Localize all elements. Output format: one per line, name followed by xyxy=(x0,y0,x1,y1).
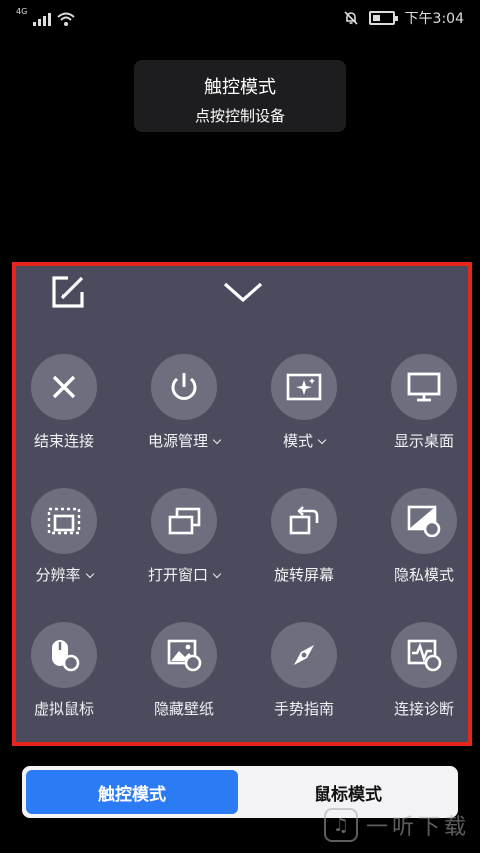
monitor-icon xyxy=(391,354,457,420)
compass-icon xyxy=(271,622,337,688)
grid-row-3: 虚拟鼠标 隐藏壁纸 手势指南 连接诊断 xyxy=(16,622,468,732)
grid-item-label: 隐私模式 xyxy=(393,566,454,584)
chevron-down-icon xyxy=(85,569,94,579)
connection-diagnosis-button[interactable]: 连接诊断 xyxy=(368,622,480,719)
grid-item-label: 虚拟鼠标 xyxy=(33,700,94,718)
mouse-icon xyxy=(31,622,97,688)
wifi-icon xyxy=(57,12,75,26)
gesture-guide-button[interactable]: 手势指南 xyxy=(248,622,360,719)
wallpaper-icon xyxy=(151,622,217,688)
status-left: 4G xyxy=(16,8,75,26)
virtual-mouse-button[interactable]: 虚拟鼠标 xyxy=(8,622,120,719)
toast-subtitle: 点按控制设备 xyxy=(194,107,285,125)
rotate-screen-icon xyxy=(271,488,337,554)
grid-item-label: 旋转屏幕 xyxy=(273,566,334,584)
mode-button[interactable]: 模式 xyxy=(248,354,360,451)
chevron-down-icon xyxy=(317,435,327,445)
grid-item-label: 显示桌面 xyxy=(393,432,454,450)
power-icon xyxy=(151,354,217,420)
chevron-down-icon xyxy=(212,569,222,579)
grid-item-label: 分辨率 xyxy=(8,564,120,585)
rotate-screen-button[interactable]: 旋转屏幕 xyxy=(248,488,360,585)
status-bar: 4G 下午3:04 xyxy=(0,0,480,34)
privacy-mode-button[interactable]: 隐私模式 xyxy=(368,488,480,585)
end-connection-button[interactable]: 结束连接 xyxy=(8,354,120,451)
touch-mode-tab[interactable]: 触控模式 xyxy=(26,770,238,814)
watermark: ♫ 一听下载 xyxy=(323,808,470,842)
grid-item-label: 模式 xyxy=(248,430,360,451)
grid-row-2: 分辨率 打开窗口 旋转屏幕 隐私模式 xyxy=(16,488,468,598)
grid-item-label: 连接诊断 xyxy=(393,700,454,718)
resolution-button[interactable]: 分辨率 xyxy=(8,488,120,585)
mode-toast: 触控模式 点按控制设备 xyxy=(134,60,346,132)
privacy-icon xyxy=(391,488,457,554)
toast-title: 触控模式 xyxy=(204,77,276,98)
control-panel: 结束连接 电源管理 模式 显示桌面 分辨率 打开窗口 旋转屏幕 隐私模式 虚拟鼠… xyxy=(12,262,472,746)
chevron-down-icon[interactable] xyxy=(220,276,266,306)
network-type: 4G xyxy=(16,7,28,16)
resolution-icon xyxy=(31,488,97,554)
battery-fill xyxy=(372,15,380,21)
show-desktop-button[interactable]: 显示桌面 xyxy=(368,354,480,451)
battery-icon xyxy=(368,11,398,25)
close-icon xyxy=(31,354,97,420)
power-management-button[interactable]: 电源管理 xyxy=(128,354,240,451)
watermark-logo-icon: ♫ xyxy=(323,808,358,842)
grid-row-1: 结束连接 电源管理 模式 显示桌面 xyxy=(16,354,468,464)
chevron-down-icon xyxy=(212,435,222,445)
signal-icon xyxy=(33,12,52,26)
open-windows-button[interactable]: 打开窗口 xyxy=(128,488,240,585)
grid-item-label: 手势指南 xyxy=(273,700,334,718)
hide-wallpaper-button[interactable]: 隐藏壁纸 xyxy=(128,622,240,719)
grid-item-label: 隐藏壁纸 xyxy=(153,700,214,718)
clock: 下午3:04 xyxy=(404,11,464,27)
grid-item-label: 打开窗口 xyxy=(128,564,240,585)
panel-top-row xyxy=(16,266,468,326)
diagnose-icon xyxy=(391,622,457,688)
edit-icon[interactable] xyxy=(48,272,88,312)
status-right: 下午3:04 xyxy=(343,8,464,28)
watermark-text: 一听下载 xyxy=(365,815,470,840)
windows-icon xyxy=(151,488,217,554)
sparkle-screen-icon xyxy=(271,354,337,420)
grid-item-label: 电源管理 xyxy=(128,430,240,451)
grid-item-label: 结束连接 xyxy=(33,432,94,450)
mute-bell-icon xyxy=(343,11,358,25)
